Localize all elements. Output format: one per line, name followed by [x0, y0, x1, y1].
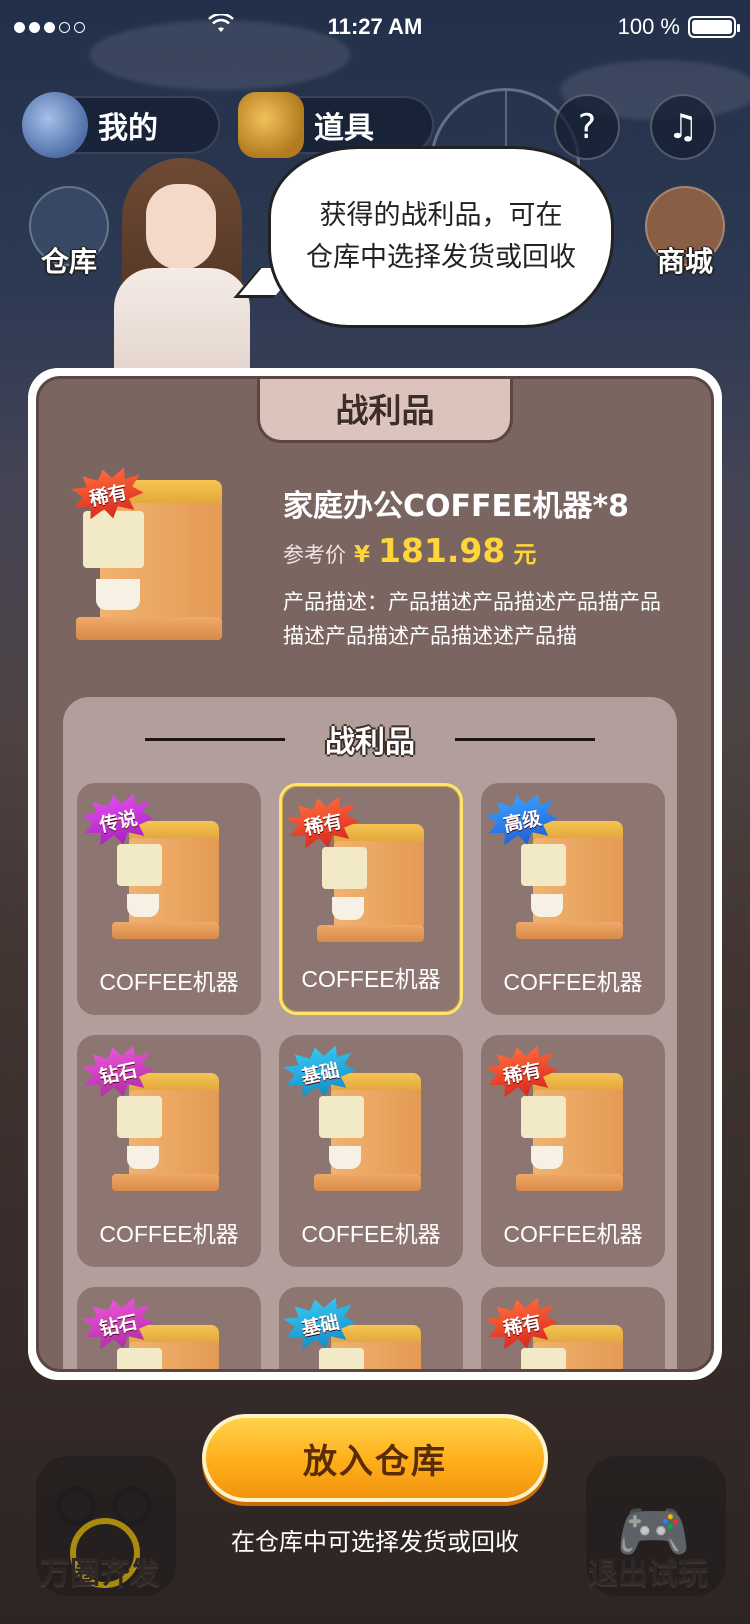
status-bar: 11:27 AM 100 %: [0, 0, 750, 54]
music-button[interactable]: ♫: [650, 94, 716, 160]
music-note-icon: ♫: [667, 107, 699, 147]
grid-header: 战利品: [63, 717, 677, 761]
price-unit: 元: [513, 542, 537, 568]
tools-label: 道具: [314, 111, 374, 146]
status-time: 11:27 AM: [327, 14, 423, 39]
question-icon: ?: [577, 107, 597, 147]
dialog-title: 战利品: [257, 379, 513, 443]
loot-dialog: 战利品 稀有 家庭办公COFFEE机器*8 参考价 ¥ 181.98 元 产品描…: [28, 368, 722, 1380]
tools-box-icon: [238, 92, 304, 158]
featured-product-image: 稀有: [69, 469, 239, 659]
mall-label: 商城: [656, 245, 713, 278]
loot-card-name: COFFEE机器: [99, 969, 239, 995]
price-label: 参考价: [283, 543, 346, 567]
avatar-planet-icon: [22, 92, 88, 158]
signal-icon: [14, 21, 85, 33]
bubble-text-line1: 获得的战利品，可在: [319, 200, 563, 231]
loot-card[interactable]: 高级 COFFEE机器: [481, 783, 665, 1015]
loot-card[interactable]: 稀有 COFFEE机器: [279, 783, 463, 1015]
loot-card-name: COFFEE机器: [301, 966, 441, 992]
warehouse-button[interactable]: 仓库: [24, 186, 114, 296]
loot-card[interactable]: 钻石 COFFEE机器: [77, 1035, 261, 1267]
product-title: 家庭办公COFFEE机器*8: [283, 489, 630, 524]
speech-bubble: 获得的战利品，可在 仓库中选择发货或回收: [268, 146, 614, 328]
loot-card[interactable]: 基础 COFFEE机器: [279, 1035, 463, 1267]
product-description: 产品描述：产品描述产品描述产品描产品描述产品描述产品描述述产品描: [283, 590, 661, 648]
price-value: 181.98: [378, 531, 506, 570]
loot-card[interactable]: 稀有 COFFEE机器: [481, 1035, 665, 1267]
loot-card[interactable]: 稀有: [481, 1287, 665, 1369]
loot-grid-section: 战利品 传说 COFFEE机器 稀有 COFFEE机器 高级 COFFEE机器 钻石 COFF…: [63, 697, 677, 1369]
store-in-warehouse-button[interactable]: 放入仓库: [202, 1414, 548, 1502]
wifi-icon: [208, 14, 234, 32]
loot-card[interactable]: 钻石: [77, 1287, 261, 1369]
bubble-text-line2: 仓库中选择发货或回收: [306, 242, 576, 273]
loot-card[interactable]: 基础: [279, 1287, 463, 1369]
grid-title: 战利品: [325, 725, 415, 760]
loot-card-name: COFFEE机器: [503, 1221, 643, 1247]
loot-card-name: COFFEE机器: [301, 1221, 441, 1247]
help-button[interactable]: ?: [554, 94, 620, 160]
mine-button[interactable]: 我的: [22, 92, 220, 158]
loot-dialog-body: 战利品 稀有 家庭办公COFFEE机器*8 参考价 ¥ 181.98 元 产品描…: [36, 376, 714, 1372]
battery-percent: 100 %: [617, 14, 680, 39]
guide-character-image: [108, 158, 254, 368]
battery-icon: [688, 16, 740, 38]
loot-card-name: COFFEE机器: [99, 1221, 239, 1247]
divider-line: [145, 737, 285, 741]
loot-grid[interactable]: 传说 COFFEE机器 稀有 COFFEE机器 高级 COFFEE机器 钻石 COFFEE机器…: [77, 783, 665, 1369]
price-row: 参考价 ¥ 181.98 元: [283, 531, 536, 570]
divider-line: [455, 737, 595, 741]
mall-button[interactable]: 商城: [640, 186, 730, 296]
mine-label: 我的: [98, 111, 158, 146]
loot-card-name: COFFEE机器: [503, 969, 643, 995]
store-hint: 在仓库中可选择发货或回收: [231, 1528, 519, 1556]
warehouse-label: 仓库: [40, 245, 97, 278]
price-currency: ¥: [354, 542, 371, 568]
loot-card[interactable]: 传说 COFFEE机器: [77, 783, 261, 1015]
